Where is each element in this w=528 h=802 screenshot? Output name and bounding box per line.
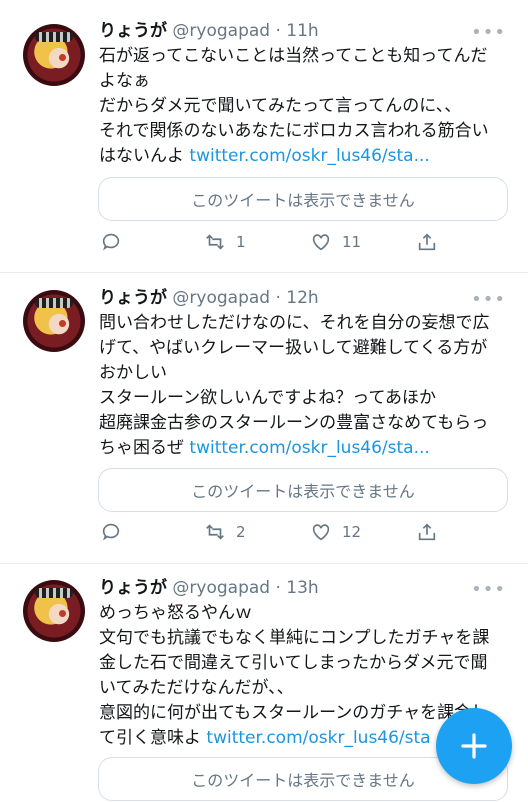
timestamp[interactable]: · 12h [275, 288, 318, 308]
avatar-eye-detail [59, 610, 66, 617]
tweet-text-line: 文句でも抗議でもなく単純にコンプしたガチャを課 [99, 628, 490, 648]
reply-button[interactable] [100, 231, 132, 253]
tweet-header: りょうが @ryogapad · 13h [99, 575, 319, 601]
like-count: 12 [342, 523, 362, 541]
tweet-text-line: それで関係のないあなたにボロカス言われる筋合い [99, 121, 489, 141]
tweet-text-line: だからダメ元で聞いてみたって言ってんのに、、 [99, 96, 462, 116]
avatar-eye-detail [59, 54, 66, 61]
reply-icon [102, 233, 120, 251]
avatar[interactable] [23, 580, 85, 642]
more-dots-icon[interactable]: ••• [471, 579, 506, 600]
tweet-text-tail: はないんよ [99, 146, 190, 166]
like-button[interactable]: 11 [310, 231, 361, 253]
tweet-header: りょうが @ryogapad · 11h [99, 18, 319, 44]
share-icon [418, 523, 436, 541]
tweet-text-line: いてみただけなんだが、、 [99, 678, 294, 698]
like-count: 11 [342, 233, 362, 251]
tweet-link[interactable]: twitter.com/oskr_lus46/sta... [189, 146, 429, 166]
tweet-text-tail: ちゃ困るぜ [99, 438, 190, 458]
user-handle[interactable]: @ryogapad [172, 288, 270, 308]
tweet-text-line: スタールーン欲しいんですよね？ってあほか [99, 388, 436, 408]
user-handle[interactable]: @ryogapad [172, 21, 270, 41]
timestamp[interactable]: · 11h [275, 21, 318, 41]
avatar[interactable] [23, 24, 85, 86]
retweet-icon [206, 524, 224, 540]
tweet-link[interactable]: twitter.com/oskr_lus46/sta [206, 728, 430, 748]
reply-button[interactable] [100, 521, 132, 543]
avatar-crown-detail [35, 32, 73, 42]
tweet-text: 石が返ってこないことは当然ってことも知ってんだ よなぁ だからダメ元で聞いてみた… [99, 44, 509, 169]
display-name[interactable]: りょうが [99, 288, 167, 308]
more-dots-icon[interactable]: ••• [471, 289, 506, 310]
heart-icon [312, 234, 330, 251]
tweet-text-line: おかしい [99, 363, 167, 383]
tweet-text-line-last: ちゃ困るぜ twitter.com/oskr_lus46/sta... [99, 436, 509, 461]
tweet-text-line: 金した石で間違えて引いてしまったからダメ元で聞 [99, 653, 488, 673]
tweet-text-line: げて、やばいクレーマー扱いして避難してくる方が [99, 338, 488, 358]
compose-plus-icon [461, 733, 487, 759]
tweet-actions: 2 12 [100, 521, 440, 547]
tweet-text-line: めっちゃ怒るやんｗ [99, 603, 252, 623]
tweet-text-line: よなぁ [99, 71, 150, 91]
retweet-button[interactable]: 2 [204, 521, 246, 543]
share-icon [418, 233, 436, 251]
avatar-crown-detail [35, 298, 73, 308]
unavailable-tweet-card[interactable]: このツイートは表示できません [98, 177, 508, 221]
tweet-text-tail: て引く意味よ [99, 728, 207, 748]
tweet-link[interactable]: twitter.com/oskr_lus46/sta... [189, 438, 429, 458]
display-name[interactable]: りょうが [99, 578, 167, 598]
tweet[interactable]: りょうが @ryogapad · 12h ••• 問い合わせしただけなのに、それ… [0, 273, 528, 564]
tweet-text: 問い合わせしただけなのに、それを自分の妄想で広 げて、やばいクレーマー扱いして避… [99, 311, 509, 461]
retweet-icon [206, 234, 224, 250]
more-dots-icon[interactable]: ••• [471, 22, 506, 43]
tweet-text-line: 石が返ってこないことは当然ってことも知ってんだ [99, 46, 488, 66]
heart-icon [312, 524, 330, 541]
share-button[interactable] [416, 521, 438, 543]
retweet-count: 2 [236, 523, 246, 541]
user-handle[interactable]: @ryogapad [172, 578, 270, 598]
share-button[interactable] [416, 231, 438, 253]
timestamp[interactable]: · 13h [275, 578, 318, 598]
retweet-button[interactable]: 1 [204, 231, 246, 253]
retweet-count: 1 [236, 233, 246, 251]
unavailable-tweet-card[interactable]: このツイートは表示できません [98, 468, 508, 512]
avatar-eye-detail [59, 320, 66, 327]
timeline-feed: りょうが @ryogapad · 11h ••• 石が返ってこないことは当然って… [0, 0, 528, 802]
tweet-header: りょうが @ryogapad · 12h [99, 285, 319, 311]
tweet-text-line-last: はないんよ twitter.com/oskr_lus46/sta... [99, 144, 509, 169]
tweet-text-line: 超廃課金古参のスタールーンの豊富さなめてもらっ [99, 413, 489, 433]
avatar-crown-detail [35, 588, 73, 598]
display-name[interactable]: りょうが [99, 21, 167, 41]
compose-tweet-button[interactable] [436, 708, 512, 784]
like-button[interactable]: 12 [310, 521, 361, 543]
tweet-actions: 1 11 [100, 231, 440, 257]
reply-icon [102, 523, 120, 541]
avatar[interactable] [23, 290, 85, 352]
tweet-text-line: 問い合わせしただけなのに、それを自分の妄想で広 [99, 313, 490, 333]
tweet[interactable]: りょうが @ryogapad · 11h ••• 石が返ってこないことは当然って… [0, 0, 528, 273]
